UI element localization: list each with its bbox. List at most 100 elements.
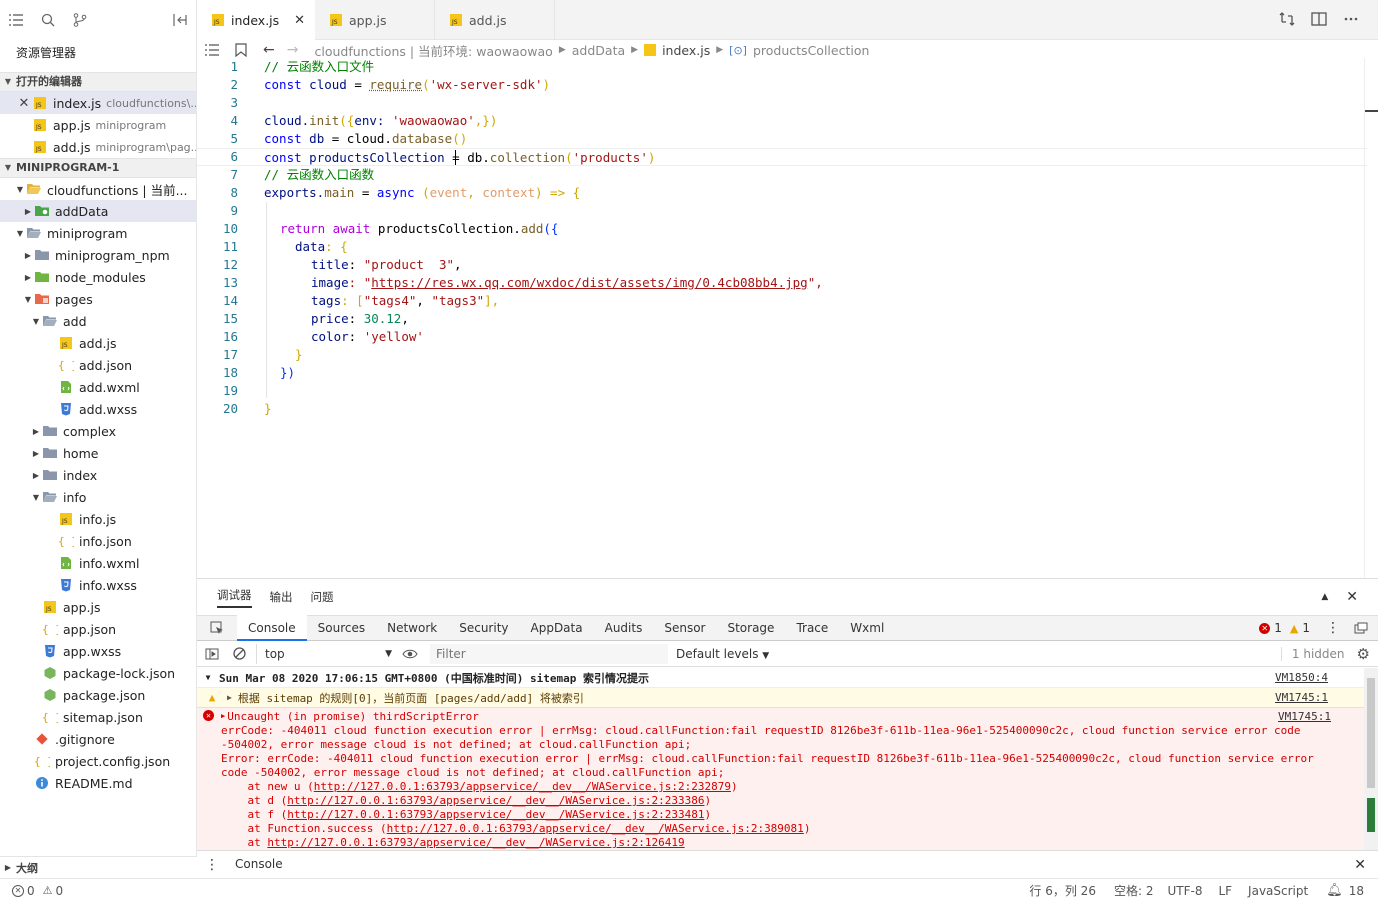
breadcrumb-env[interactable]: cloudfunctions | 当前环境: waowaowao	[314, 41, 552, 60]
tree-file[interactable]: JS info.js	[0, 508, 196, 530]
breadcrumb-symbol[interactable]: productsCollection	[753, 43, 869, 58]
tree-file[interactable]: { } project.config.json	[0, 750, 196, 772]
tree-file[interactable]: { } sitemap.json	[0, 706, 196, 728]
more-vert-icon[interactable]: ⋮	[197, 857, 227, 873]
tab-problems[interactable]: 问题	[311, 589, 334, 605]
tree-folder[interactable]: ▼ miniprogram	[0, 222, 196, 244]
stack-source-link[interactable]: http://127.0.0.1:63793/appservice/__dev_…	[314, 780, 731, 793]
list-icon[interactable]	[6, 10, 26, 30]
inspect-element-icon[interactable]	[197, 621, 237, 635]
tree-file[interactable]: .gitignore	[0, 728, 196, 750]
devtools-tab-appdata[interactable]: AppData	[520, 615, 594, 641]
open-editor-item[interactable]: ✕ JS index.js cloudfunctions\...	[0, 92, 196, 114]
devtools-tab-network[interactable]: Network	[376, 615, 448, 641]
bell-icon[interactable]: 🔔︎	[1326, 883, 1343, 898]
tree-folder[interactable]: ▶ node_modules	[0, 266, 196, 288]
tree-file[interactable]: package.json	[0, 684, 196, 706]
source-link[interactable]: VM1745:1	[1278, 710, 1331, 723]
tree-folder[interactable]: ▶ index	[0, 464, 196, 486]
line-ending[interactable]: LF	[1218, 884, 1232, 898]
compare-icon[interactable]	[1278, 10, 1296, 28]
scroll-thumb[interactable]	[1367, 678, 1375, 788]
stack-source-link[interactable]: http://127.0.0.1:63793/appservice/__dev_…	[287, 794, 704, 807]
devtools-tab-security[interactable]: Security	[448, 615, 519, 641]
tree-file[interactable]: add.wxml	[0, 376, 196, 398]
undock-icon[interactable]	[1354, 622, 1368, 634]
encoding[interactable]: UTF-8	[1167, 884, 1202, 898]
tree-folder[interactable]: ▶ miniprogram_npm	[0, 244, 196, 266]
tree-file[interactable]: JS app.js	[0, 596, 196, 618]
collapse-sidebar-icon[interactable]	[170, 10, 190, 30]
tree-file[interactable]: package-lock.json	[0, 662, 196, 684]
tree-folder[interactable]: ▼ cloudfunctions | 当前...	[0, 178, 196, 200]
stack-source-link[interactable]: http://127.0.0.1:63793/appservice/__dev_…	[267, 836, 684, 849]
open-editor-item[interactable]: JS add.js miniprogram\pag...	[0, 136, 196, 158]
tree-file[interactable]: add.wxss	[0, 398, 196, 420]
tab-index-js[interactable]: JS index.js ✕	[197, 0, 315, 40]
stack-source-link[interactable]: http://127.0.0.1:63793/appservice/__dev_…	[387, 822, 804, 835]
breadcrumb-file[interactable]: index.js	[662, 43, 710, 58]
error-warning-counter[interactable]: ✕ 1 ▲ 1	[1259, 621, 1310, 635]
context-select[interactable]: top ▼	[256, 643, 396, 664]
stack-source-link[interactable]: http://127.0.0.1:63793/appservice/__dev_…	[287, 808, 704, 821]
split-editor-icon[interactable]	[1310, 10, 1328, 28]
tree-file[interactable]: { } app.json	[0, 618, 196, 640]
language-mode[interactable]: JavaScript	[1248, 884, 1308, 898]
image-url-link[interactable]: https://res.wx.qq.com/wxdoc/dist/assets/…	[371, 275, 808, 290]
tree-file[interactable]: { } add.json	[0, 354, 196, 376]
chevron-right-icon[interactable]: ▶	[227, 693, 232, 702]
tree-folder[interactable]: ▶ complex	[0, 420, 196, 442]
drawer-tab-console[interactable]: Console	[227, 851, 291, 880]
console-filter-input[interactable]	[430, 643, 668, 664]
more-icon[interactable]	[1342, 10, 1360, 28]
tree-file[interactable]: README.md	[0, 772, 196, 794]
devtools-tab-audits[interactable]: Audits	[594, 615, 654, 641]
tree-folder[interactable]: ▼ info	[0, 486, 196, 508]
breadcrumb-folder[interactable]: addData	[572, 43, 625, 58]
tree-folder[interactable]: ▼ add	[0, 310, 196, 332]
tree-file[interactable]: app.wxss	[0, 640, 196, 662]
tab-add-js[interactable]: JS add.js	[435, 0, 555, 40]
more-vert-icon[interactable]: ⋮	[1326, 620, 1340, 636]
tree-folder[interactable]: ▶ home	[0, 442, 196, 464]
outline-section[interactable]: ▶ 大纲	[0, 856, 197, 878]
bookmark-icon[interactable]	[235, 43, 247, 57]
tab-app-js[interactable]: JS app.js	[315, 0, 435, 40]
indentation[interactable]: 空格: 2	[1114, 882, 1154, 899]
tree-file[interactable]: info.wxml	[0, 552, 196, 574]
chevron-right-icon[interactable]: ▶	[221, 710, 225, 723]
tree-folder[interactable]: ▶ addData	[0, 200, 196, 222]
open-editors-section[interactable]: ▼ 打开的编辑器	[0, 72, 196, 92]
devtools-tab-trace[interactable]: Trace	[785, 615, 839, 641]
devtools-tab-console[interactable]: Console	[237, 615, 307, 641]
devtools-tab-sensor[interactable]: Sensor	[653, 615, 716, 641]
console-scrollbar[interactable]	[1364, 668, 1378, 850]
tree-file[interactable]: info.wxss	[0, 574, 196, 596]
source-link[interactable]: VM1850:4	[1275, 671, 1328, 684]
tree-folder[interactable]: ▼ pages	[0, 288, 196, 310]
tab-debugger[interactable]: 调试器	[217, 587, 252, 608]
source-link[interactable]: VM1745:1	[1275, 691, 1328, 704]
source-control-icon[interactable]	[70, 10, 90, 30]
project-section[interactable]: ▼ MINIPROGRAM-1	[0, 158, 196, 178]
code-editor[interactable]: 1 2 3 4 5 6 7 8 9 10 11 12 13 14 15 16 17 18 19 20 // 云函数入口…	[197, 58, 1367, 578]
close-drawer-icon[interactable]: ✕	[1354, 857, 1366, 873]
outline-list-icon[interactable]	[205, 44, 219, 56]
gear-icon[interactable]: ⚙	[1357, 645, 1370, 663]
tab-output[interactable]: 输出	[270, 589, 293, 605]
console-group[interactable]: ▼ Sun Mar 08 2020 17:06:15 GMT+0800 (中国标…	[197, 668, 1364, 688]
forward-arrow-icon[interactable]: →	[287, 42, 299, 58]
editor-scrollbar[interactable]	[1364, 58, 1378, 578]
devtools-tab-wxml[interactable]: Wxml	[839, 615, 895, 641]
open-editor-item[interactable]: JS app.js miniprogram	[0, 114, 196, 136]
devtools-tab-storage[interactable]: Storage	[716, 615, 785, 641]
clear-console-icon[interactable]	[233, 647, 246, 660]
devtools-tab-sources[interactable]: Sources	[307, 615, 376, 641]
tree-file[interactable]: JS add.js	[0, 332, 196, 354]
back-arrow-icon[interactable]: ←	[263, 42, 275, 58]
close-icon[interactable]: ✕	[16, 96, 32, 111]
search-icon[interactable]	[38, 10, 58, 30]
log-levels-dropdown[interactable]: Default levels ▼	[676, 647, 769, 661]
close-icon[interactable]: ✕	[294, 13, 305, 28]
cursor-position[interactable]: 行 6，列 26	[1029, 882, 1096, 899]
